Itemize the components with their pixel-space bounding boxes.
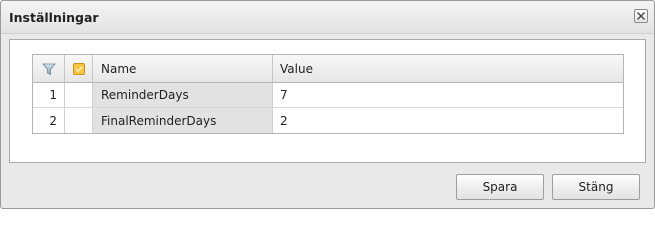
setting-name-cell: FinalReminderDays bbox=[93, 108, 273, 133]
settings-dialog: Inställningar Name Value 1 ReminderDays … bbox=[0, 0, 655, 209]
setting-value-cell[interactable]: 2 bbox=[273, 108, 623, 133]
filter-icon bbox=[41, 63, 56, 75]
name-column-header[interactable]: Name bbox=[93, 55, 273, 82]
value-column-header[interactable]: Value bbox=[273, 55, 623, 82]
row-select-cell[interactable] bbox=[65, 108, 93, 133]
row-number: 1 bbox=[33, 83, 65, 107]
table-row[interactable]: 1 ReminderDays 7 bbox=[33, 83, 623, 108]
row-number: 2 bbox=[33, 108, 65, 133]
table-row[interactable]: 2 FinalReminderDays 2 bbox=[33, 108, 623, 133]
checkbox-column-icon bbox=[72, 62, 85, 75]
filter-column-header[interactable] bbox=[33, 55, 65, 82]
content-panel: Name Value 1 ReminderDays 7 2 FinalRemin… bbox=[9, 39, 646, 163]
save-button[interactable]: Spara bbox=[456, 174, 544, 200]
row-select-cell[interactable] bbox=[65, 83, 93, 107]
close-button[interactable] bbox=[634, 9, 648, 23]
select-column-header[interactable] bbox=[65, 55, 93, 82]
setting-value-cell[interactable]: 7 bbox=[273, 83, 623, 107]
setting-name-cell: ReminderDays bbox=[93, 83, 273, 107]
close-icon bbox=[637, 12, 645, 20]
settings-grid: Name Value 1 ReminderDays 7 2 FinalRemin… bbox=[32, 54, 624, 134]
dialog-title: Inställningar bbox=[9, 10, 99, 25]
grid-header-row: Name Value bbox=[33, 55, 623, 83]
close-dialog-button[interactable]: Stäng bbox=[552, 174, 640, 200]
dialog-titlebar[interactable]: Inställningar bbox=[1, 1, 654, 34]
